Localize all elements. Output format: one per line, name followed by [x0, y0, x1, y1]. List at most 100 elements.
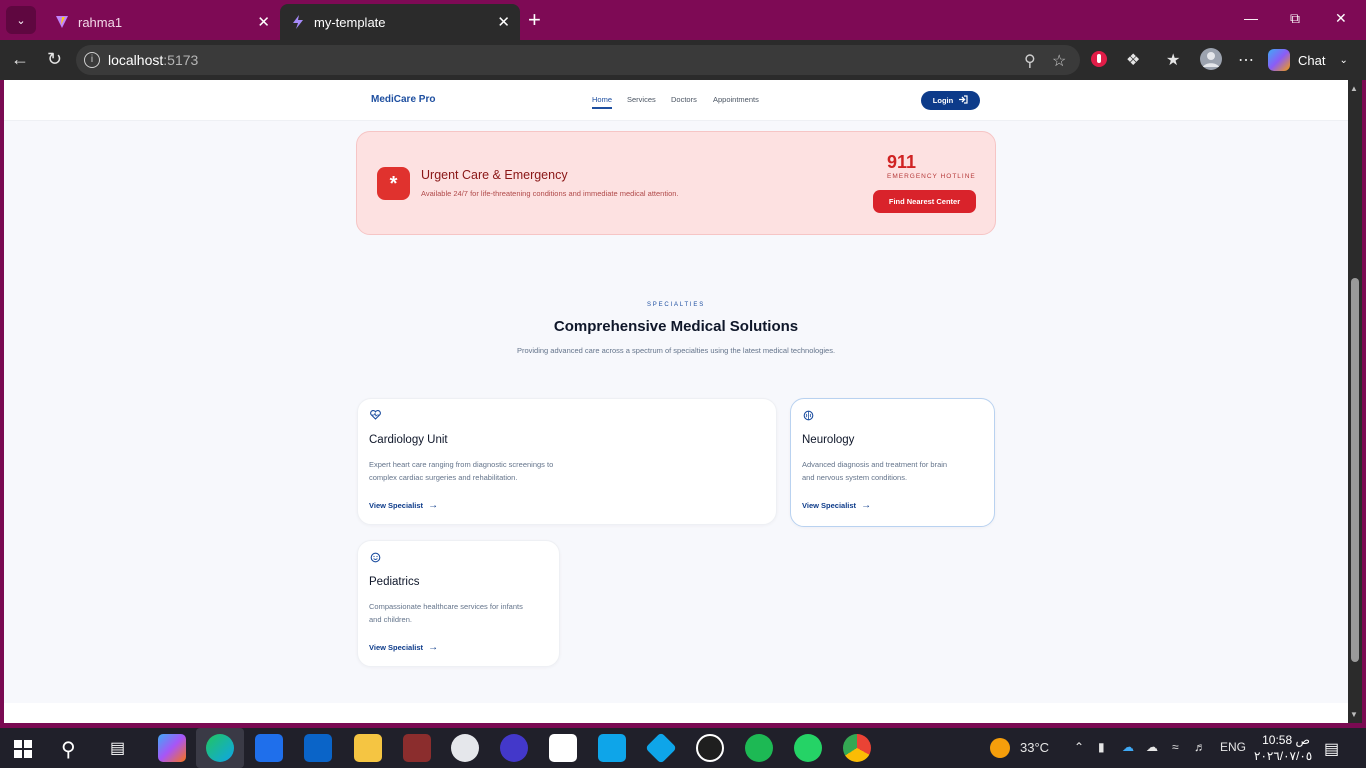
chevron-down-icon: ⌄: [16, 14, 26, 27]
specialty-card-pediatrics[interactable]: Pediatrics Compassionate healthcare serv…: [357, 540, 560, 667]
tab-actions-menu-button[interactable]: ⌄: [6, 6, 36, 34]
site-header: MediCare Pro Home Services Doctors Appoi…: [4, 80, 1348, 121]
urgent-care-banner: * Urgent Care & Emergency Available 24/7…: [356, 131, 996, 235]
scroll-up-icon[interactable]: ▲: [1350, 84, 1358, 93]
page-footer-strip: [4, 703, 1348, 723]
view-specialist-link[interactable]: View Specialist →: [369, 642, 438, 653]
whatsapp-icon[interactable]: [794, 734, 822, 762]
section-eyebrow: SPECIALTIES: [646, 302, 706, 308]
copilot-app-icon[interactable]: [158, 734, 186, 762]
browser-tab-my-template[interactable]: my-template ✕: [280, 4, 520, 40]
volume-icon[interactable]: ♬: [1194, 740, 1206, 754]
battery-icon[interactable]: ▮: [1098, 740, 1105, 754]
login-arrow-icon: [958, 95, 968, 106]
scroll-down-icon[interactable]: ▼: [1350, 710, 1358, 719]
close-tab-icon[interactable]: ✕: [257, 13, 270, 31]
spotify-icon[interactable]: [745, 734, 773, 762]
specialty-card-neurology[interactable]: Neurology Advanced diagnosis and treatme…: [790, 398, 995, 527]
back-arrow-icon[interactable]: ←: [11, 49, 29, 70]
wifi-icon[interactable]: ≈: [1172, 740, 1179, 754]
input-language[interactable]: ENG: [1220, 740, 1246, 754]
card-description: Compassionate healthcare services for in…: [369, 602, 523, 624]
close-tab-icon[interactable]: ✕: [497, 13, 510, 31]
nav-link-services[interactable]: Services: [627, 95, 656, 104]
bookmark-star-icon[interactable]: ☆: [1052, 51, 1066, 71]
chat-label: Chat: [1298, 52, 1326, 68]
notion-icon[interactable]: [549, 734, 577, 762]
extensions-puzzle-icon[interactable]: ❖: [1126, 50, 1140, 70]
copilot-chat-button[interactable]: Chat ⌄: [1268, 46, 1360, 74]
login-button[interactable]: Login: [921, 91, 980, 110]
more-menu-icon[interactable]: ⋯: [1238, 50, 1254, 70]
chevron-down-icon[interactable]: ⌄: [1339, 55, 1347, 66]
arrow-right-icon: →: [428, 500, 439, 511]
specialty-card-cardiology[interactable]: Cardiology Unit Expert heart care rangin…: [357, 398, 777, 525]
puzzle-app-icon[interactable]: [451, 734, 479, 762]
onedrive-cloud-icon[interactable]: ☁: [1122, 740, 1134, 754]
restore-window-icon[interactable]: ⧉: [1290, 10, 1300, 27]
card-title: Neurology: [802, 434, 855, 446]
microsoft-store-icon[interactable]: [255, 734, 283, 762]
sourcetree-icon[interactable]: [645, 732, 677, 764]
nav-link-doctors[interactable]: Doctors: [671, 95, 697, 104]
scrollbar-thumb[interactable]: [1351, 278, 1359, 662]
weather-sun-icon[interactable]: [990, 738, 1010, 758]
card-title: Pediatrics: [369, 576, 420, 588]
minimize-window-icon[interactable]: —: [1244, 10, 1258, 26]
vscode-icon[interactable]: [598, 734, 626, 762]
weather-temperature[interactable]: 33°C: [1020, 740, 1049, 755]
url-host: localhost: [108, 52, 164, 68]
nav-link-appointments[interactable]: Appointments: [713, 95, 759, 104]
hotline-number[interactable]: 911: [887, 152, 916, 173]
url-port: :5173: [163, 52, 199, 68]
search-icon[interactable]: ⚲: [61, 737, 76, 762]
chevron-up-icon[interactable]: ⌃: [1074, 740, 1084, 754]
find-nearest-center-button[interactable]: Find Nearest Center: [873, 190, 976, 213]
page-viewport: MediCare Pro Home Services Doctors Appoi…: [4, 80, 1348, 723]
browser-tab-rahma1[interactable]: rahma1 ✕: [44, 4, 280, 40]
task-view-icon[interactable]: ▤: [110, 738, 125, 758]
zoom-out-icon[interactable]: ⚲: [1024, 51, 1036, 71]
favorites-icon[interactable]: ★: [1166, 50, 1180, 70]
vite-favicon-icon: [54, 14, 70, 30]
brain-icon: [802, 410, 814, 422]
site-logo[interactable]: MediCare Pro: [371, 94, 435, 105]
chrome-icon[interactable]: [843, 734, 871, 762]
tab-title: rahma1: [78, 14, 123, 30]
bolt-favicon-icon: [290, 14, 306, 30]
windows-start-icon[interactable]: [14, 740, 32, 763]
urgent-care-description: Available 24/7 for life-threatening cond…: [421, 189, 679, 198]
section-headline: Comprehensive Medical Solutions: [553, 318, 799, 335]
view-specialist-link[interactable]: View Specialist →: [369, 500, 438, 511]
card-description: Advanced diagnosis and treatment for bra…: [802, 460, 948, 482]
outlook-icon[interactable]: [304, 734, 332, 762]
nav-link-home[interactable]: Home: [592, 95, 613, 109]
notifications-icon[interactable]: ▤: [1324, 739, 1339, 759]
cloud-sync-icon[interactable]: ☁: [1146, 740, 1158, 754]
heart-pulse-icon: [369, 410, 381, 422]
chatgpt-icon[interactable]: [696, 734, 724, 762]
arrow-right-icon: →: [861, 500, 872, 511]
url-input[interactable]: i localhost:5173 ⚲ ☆: [76, 45, 1080, 75]
browser-address-bar: ← ↻ i localhost:5173 ⚲ ☆ ❖ ★ ⋯ Chat ⌄: [0, 40, 1366, 80]
winrar-icon[interactable]: [403, 734, 431, 762]
site-info-icon[interactable]: i: [84, 52, 100, 68]
card-title: Cardiology Unit: [369, 434, 448, 446]
hotline-label: EMERGENCY HOTLINE: [887, 173, 976, 180]
login-label: Login: [932, 96, 954, 105]
link-app-icon[interactable]: [500, 734, 528, 762]
urgent-care-title: Urgent Care & Emergency: [421, 168, 568, 182]
browser-tab-bar: ⌄ rahma1 ✕ my-template ✕ + — ⧉ ✕: [0, 0, 1366, 40]
file-explorer-icon[interactable]: [354, 734, 382, 762]
system-clock[interactable]: 10:58 ص ٢٠٢٦/٠٧/٠٥: [1254, 732, 1312, 764]
profile-avatar-icon[interactable]: [1200, 48, 1222, 75]
asterisk-medical-icon: *: [377, 167, 410, 200]
windows-taskbar: ⚲ ▤ 33°C ⌃ ▮ ☁ ☁ ≈ ♬ ENG 10:58 ص ٢٠٢٦/٠٧…: [0, 728, 1366, 768]
close-window-icon[interactable]: ✕: [1335, 10, 1347, 27]
reload-icon[interactable]: ↻: [47, 49, 62, 70]
new-tab-plus-icon[interactable]: +: [528, 8, 541, 32]
view-specialist-link[interactable]: View Specialist →: [802, 500, 871, 511]
adblock-extension-icon[interactable]: [1090, 50, 1108, 73]
edge-browser-icon[interactable]: [206, 734, 234, 762]
card-description: Expert heart care ranging from diagnosti…: [369, 460, 554, 482]
